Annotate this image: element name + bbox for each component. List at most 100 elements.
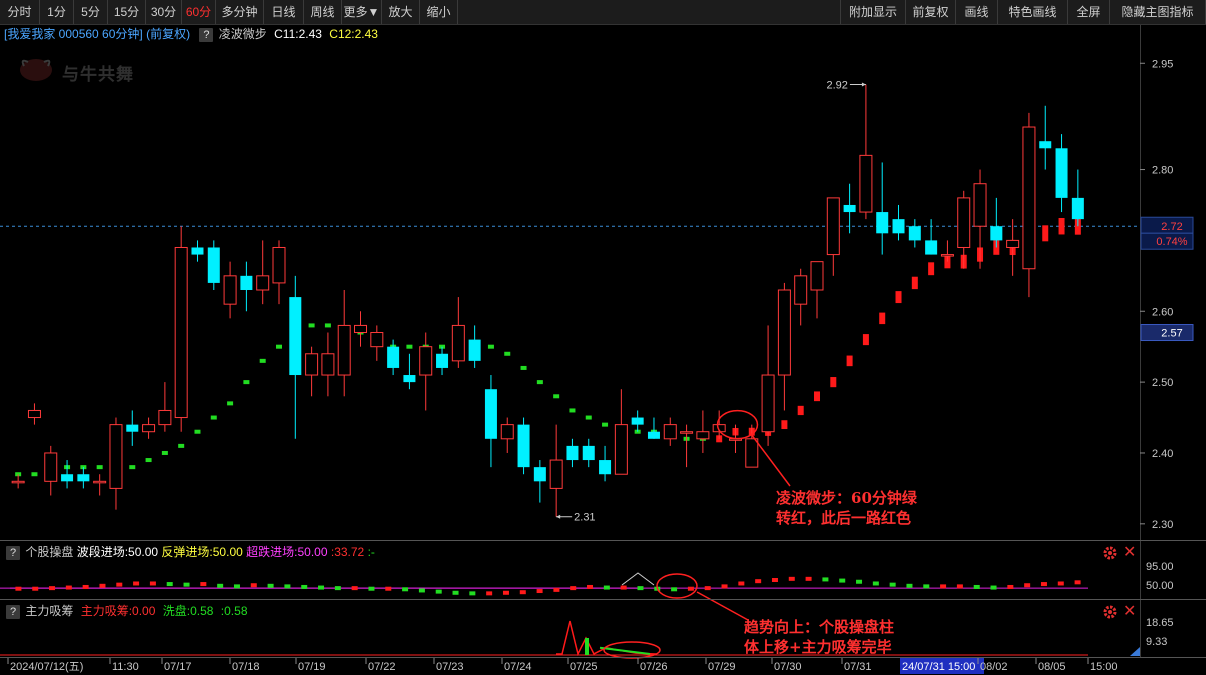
indicator1-bar (284, 584, 291, 589)
candle-body-up (696, 431, 710, 440)
indicator1-bar (519, 590, 526, 595)
candle-body-down (289, 297, 302, 376)
lingbo-marker (911, 276, 918, 290)
toolbar-button-10[interactable]: 放大 (382, 0, 420, 24)
indicator1-a: 波段进场:50.00 (76, 545, 159, 559)
candle-body-up (663, 424, 677, 440)
toolbar-button-7[interactable]: 日线 (264, 0, 304, 24)
time-label: 07/31 (844, 661, 872, 673)
time-label: 07/22 (368, 661, 396, 673)
indicator1-bar (435, 589, 442, 594)
help-icon[interactable]: ? (6, 604, 20, 619)
help-icon[interactable]: ? (6, 545, 20, 560)
toolbar-button-4[interactable]: 30分 (146, 0, 182, 24)
indicator1-bar (149, 581, 156, 586)
candle-body-up (158, 409, 172, 426)
help-icon[interactable]: ? (199, 27, 214, 42)
indicator1-bar (570, 586, 577, 591)
indicator1-bar (166, 582, 173, 587)
indicator1-bar (721, 584, 728, 589)
candle-body-down (436, 353, 449, 368)
indicator1-e: :- (367, 545, 375, 559)
indicator1-bar (133, 581, 140, 586)
lingbo-marker (406, 344, 413, 349)
candle-body-down (468, 339, 481, 361)
annotation-trend-arrow (696, 591, 749, 621)
indicator1-bar (973, 584, 980, 589)
candle-body-down (1039, 141, 1052, 149)
candle-body-up (500, 424, 514, 440)
indicator1-bar (940, 584, 947, 589)
candle-body-down (533, 467, 546, 482)
toolbar-right-button-5[interactable]: 隐藏主图指标 (1110, 0, 1206, 24)
toolbar-button-5[interactable]: 60分 (182, 0, 216, 24)
lingbo-marker (585, 415, 592, 420)
indicator1-bar (788, 576, 795, 581)
time-cursor-label: 24/07/31 15:00 (902, 661, 975, 673)
indicator1-bar (771, 578, 778, 582)
price-tick-label: 2.40 (1152, 448, 1173, 460)
indicator2-b: 洗盘:0.58 (162, 604, 214, 618)
indicator1-bar (755, 579, 762, 584)
lingbo-marker (487, 344, 494, 349)
candle-body-down (582, 445, 595, 461)
chart-extras: 2.92 2.31 (556, 80, 866, 524)
candle-body-down (876, 212, 889, 234)
lingbo-marker (194, 429, 201, 434)
price-tick-label: 2.60 (1152, 306, 1173, 318)
toolbar-right-button-3[interactable]: 特色画线 (998, 0, 1068, 24)
toolbar-button-11[interactable]: 缩小 (420, 0, 458, 24)
toolbar-button-2[interactable]: 5分 (74, 0, 108, 24)
toolbar-button-0[interactable]: 分时 (0, 0, 40, 24)
toolbar-button-9[interactable]: 更多▼ (342, 0, 382, 24)
candle-body-up (940, 254, 954, 257)
toolbar-button-1[interactable]: 1分 (40, 0, 74, 24)
indicator1-bar (267, 583, 274, 588)
time-label: 07/29 (708, 661, 736, 673)
time-label: 15:00 (1090, 661, 1118, 673)
indicator1-scale-mid: 50.00 (1146, 580, 1174, 592)
candle-body-down (517, 424, 530, 468)
indicator1-bar (318, 585, 325, 590)
indicator1-bar (990, 585, 997, 590)
indicator1-bar (301, 584, 308, 589)
time-label: 08/05 (1038, 661, 1066, 673)
indicator1-bar (452, 590, 459, 595)
candle-body-down (387, 346, 400, 368)
indicator1-bar (15, 586, 22, 591)
lingbo-marker (145, 458, 152, 463)
candle-body-up (549, 459, 563, 489)
indicator1-bar (889, 582, 896, 587)
toolbar-button-3[interactable]: 15分 (108, 0, 146, 24)
time-label: 11:30 (112, 661, 139, 673)
toolbar-button-6[interactable]: 多分钟 (216, 0, 264, 24)
low-marker-label: 2.31 (574, 512, 595, 524)
candle-body-up (761, 374, 775, 433)
time-label: 07/23 (436, 661, 464, 673)
toolbar-right-button-0[interactable]: 附加显示 (840, 0, 906, 24)
indicator2-close-icon[interactable]: ✕ (1123, 604, 1136, 620)
indicator2-settings-icon[interactable] (1102, 604, 1118, 620)
indicator-name[interactable]: 凌波微步 (219, 27, 267, 41)
toolbar-button-8[interactable]: 周线 (304, 0, 342, 24)
indicator2-c: :0.58 (220, 604, 248, 618)
lingbo-marker (243, 380, 250, 385)
lingbo-marker (276, 344, 282, 349)
toolbar-right-button-4[interactable]: 全屏 (1068, 0, 1110, 24)
indicator1-scale-top: 95.00 (1146, 561, 1174, 573)
indicator1-bar (872, 581, 879, 586)
candle-body-up (11, 480, 25, 484)
indicator1-name[interactable]: 个股操盘 (25, 545, 73, 559)
toolbar-right-button-1[interactable]: 前复权 (906, 0, 956, 24)
indicator1-settings-icon[interactable] (1102, 545, 1118, 561)
indicator2-name[interactable]: 主力吸筹 (25, 604, 73, 618)
indicator1-d: :33.72 (330, 545, 365, 559)
annotation-trend-line2: 体上移+主力吸筹完毕 (744, 638, 892, 656)
indicator1-bar (486, 591, 493, 596)
indicator1-bar (49, 586, 56, 591)
current-pct-label: 0.74% (1156, 236, 1187, 248)
indicator1-bar (82, 584, 89, 589)
indicator1-close-icon[interactable]: ✕ (1123, 545, 1136, 561)
toolbar-right-button-2[interactable]: 画线 (956, 0, 998, 24)
adjust-mode[interactable]: (前复权) (146, 27, 190, 41)
